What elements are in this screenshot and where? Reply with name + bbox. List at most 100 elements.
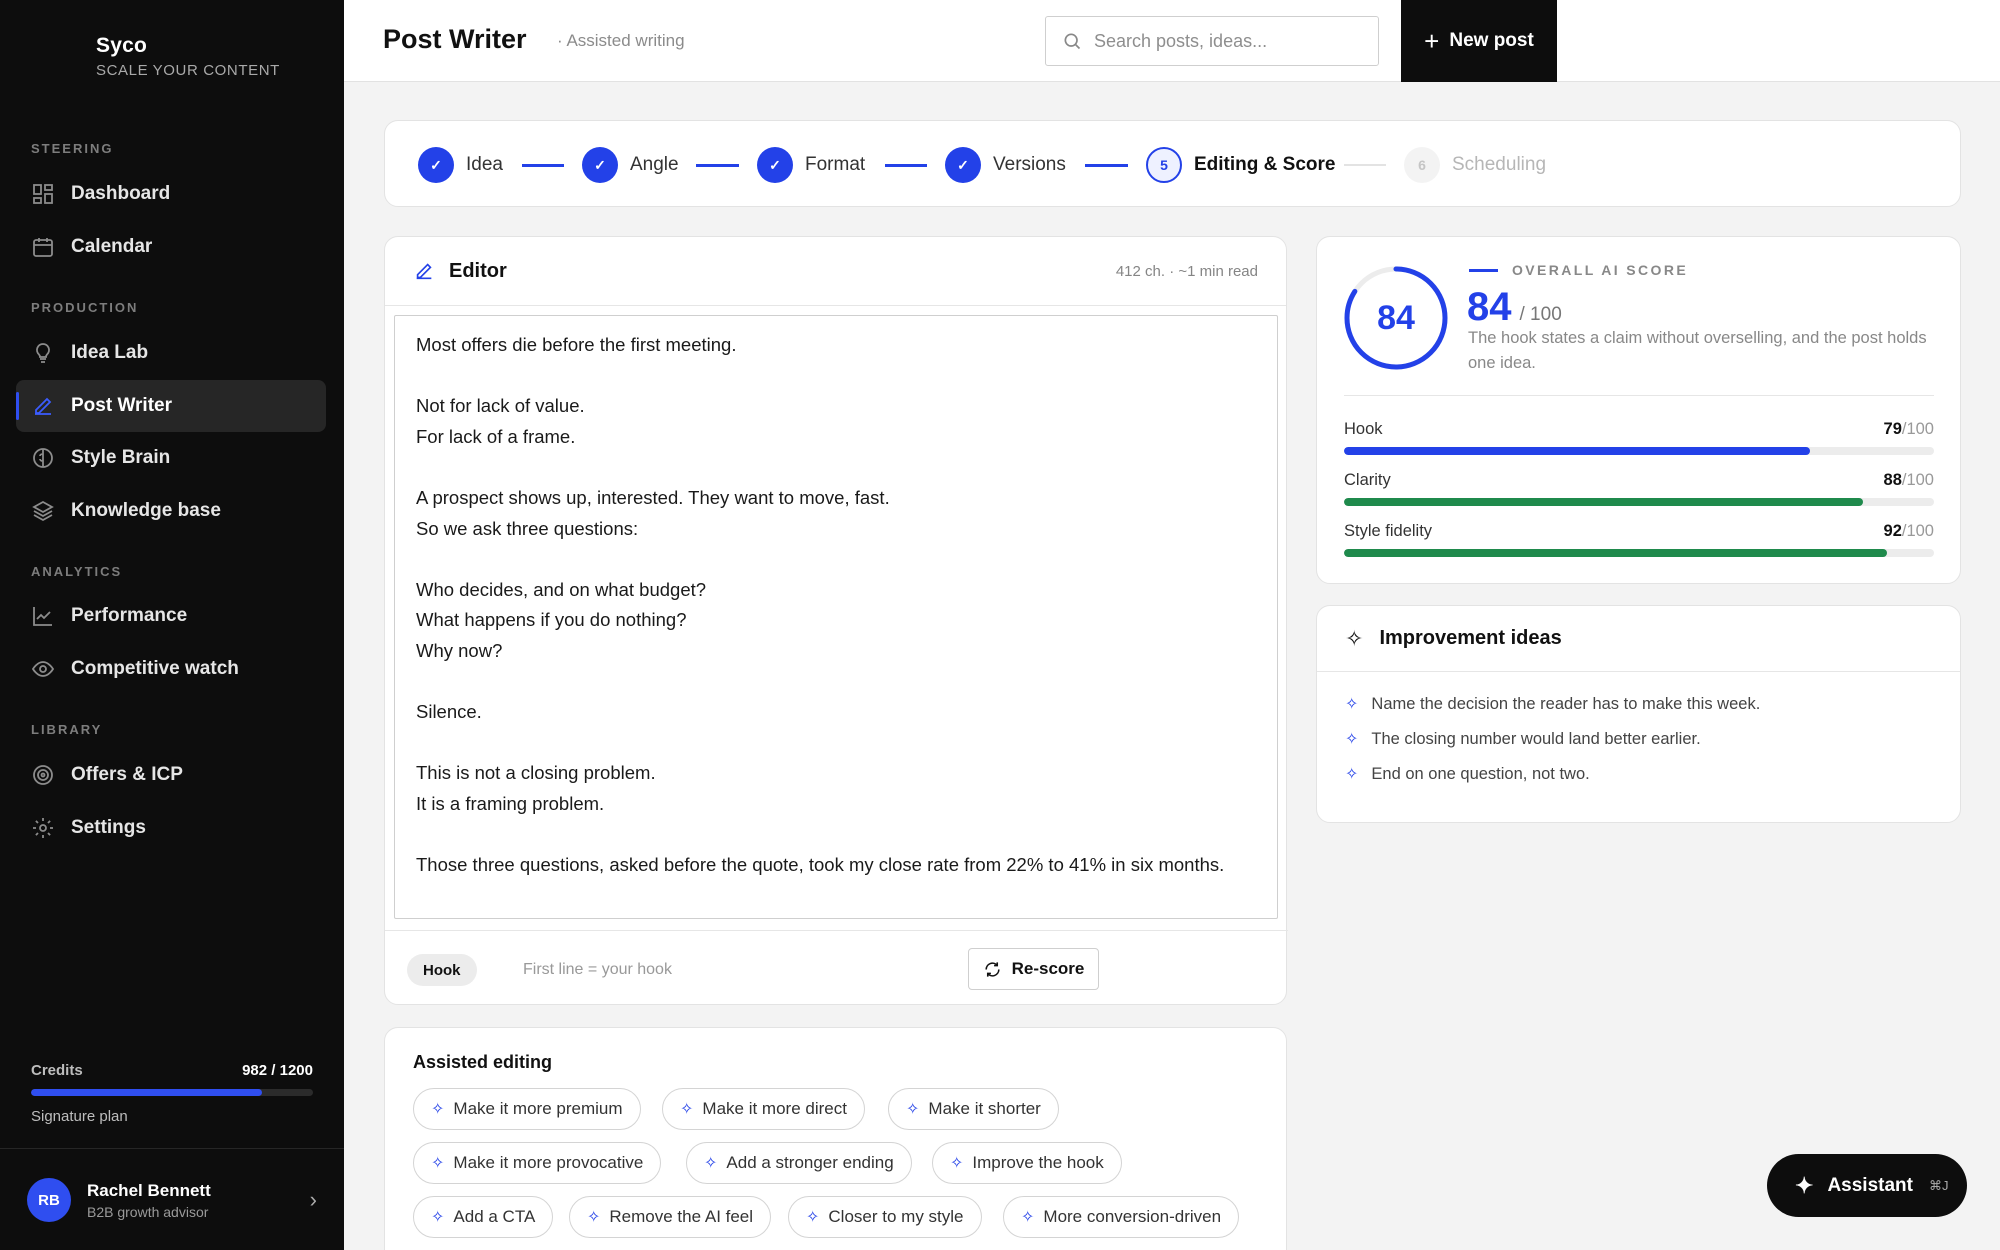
hook-hint: First line = your hook xyxy=(523,961,672,978)
step-idea[interactable]: ✓ Idea xyxy=(418,147,503,183)
improvement-title: Improvement ideas xyxy=(1379,627,1562,649)
credits-value: 982 / 1200 xyxy=(242,1062,313,1079)
search-box[interactable] xyxy=(1045,16,1379,66)
metric-fill xyxy=(1344,549,1887,557)
step-editing-score[interactable]: 5 Editing & Score xyxy=(1146,147,1335,183)
sidebar-item-style-brain[interactable]: Style Brain xyxy=(16,432,326,484)
improvement-idea: ✧ End on one question, not two. xyxy=(1345,764,1590,784)
metric-name: Style fidelity xyxy=(1344,522,1433,540)
search-icon xyxy=(1064,33,1081,50)
sidebar-item-label: Settings xyxy=(71,817,146,838)
layers-icon xyxy=(31,499,55,523)
metric-name: Clarity xyxy=(1344,471,1391,489)
calendar-icon xyxy=(31,235,55,259)
user-role: B2B growth advisor xyxy=(87,1203,209,1220)
sidebar-item-calendar[interactable]: Calendar xyxy=(16,221,326,273)
suggestion-chip[interactable]: ✧ Improve the hook xyxy=(932,1142,1122,1184)
step-versions[interactable]: ✓ Versions xyxy=(945,147,1066,183)
metric-style-fidelity: Style fidelity 92/100 xyxy=(1344,522,1934,557)
sidebar-item-label: Post Writer xyxy=(71,395,173,416)
sparkle-icon: ✦ xyxy=(1795,1172,1814,1198)
brand: Syco SCALE YOUR CONTENT xyxy=(96,34,280,79)
improvement-idea: ✧ The closing number would land better ea… xyxy=(1345,729,1701,749)
header: Post Writer · Assisted writing + New pos… xyxy=(344,0,2000,82)
metric-max: /100 xyxy=(1901,522,1934,540)
brand-tagline: SCALE YOUR CONTENT xyxy=(96,62,280,79)
step-angle[interactable]: ✓ Angle xyxy=(582,147,679,183)
sidebar-item-label: Idea Lab xyxy=(71,342,149,363)
metric-fill xyxy=(1344,498,1864,506)
check-icon: ✓ xyxy=(945,147,981,183)
shortcut-hint: ⌘J xyxy=(1928,1177,1949,1193)
overall-score: 84 / 100 xyxy=(1467,285,1562,330)
suggestion-label: More conversion-driven xyxy=(1043,1207,1222,1226)
suggestion-label: Closer to my style xyxy=(828,1207,964,1226)
sidebar-item-label: Dashboard xyxy=(71,183,171,204)
metric-name: Hook xyxy=(1344,420,1383,438)
lightbulb-icon xyxy=(31,341,55,365)
step-scheduling[interactable]: 6 Scheduling xyxy=(1404,147,1546,183)
search-input[interactable] xyxy=(1094,30,1364,52)
divider xyxy=(0,1148,344,1149)
sparkle-icon: ✧ xyxy=(1345,731,1359,748)
brand-name: Syco xyxy=(96,34,147,57)
suggestion-chip[interactable]: ✧ Closer to my style xyxy=(788,1196,982,1238)
suggestion-chip[interactable]: ✧ Remove the AI feel xyxy=(569,1196,772,1238)
suggestion-chip[interactable]: ✧ Make it shorter xyxy=(888,1088,1059,1130)
assistant-button[interactable]: ✦ Assistant ⌘J xyxy=(1767,1154,1967,1217)
sidebar-item-competitive-watch[interactable]: Competitive watch xyxy=(16,643,326,695)
suggestion-chip[interactable]: ✧ Make it more direct xyxy=(662,1088,865,1130)
assisted-editing-panel: Assisted editing ✧ Make it more premium ✧… xyxy=(384,1027,1287,1250)
idea-text: End on one question, not two. xyxy=(1371,764,1590,783)
suggestion-label: Add a stronger ending xyxy=(726,1153,894,1172)
user-profile[interactable]: RB Rachel Bennett B2B growth advisor › xyxy=(27,1177,317,1223)
sidebar-item-label: Style Brain xyxy=(71,447,171,468)
sparkle-icon: ✧ xyxy=(806,1209,820,1226)
target-icon xyxy=(31,763,55,787)
suggestion-chip[interactable]: ✧ More conversion-driven xyxy=(1003,1196,1240,1238)
gear-icon xyxy=(31,816,55,840)
sidebar-item-idea-lab[interactable]: Idea Lab xyxy=(16,327,326,379)
page-title: Post Writer xyxy=(383,24,527,54)
avatar: RB xyxy=(27,1178,71,1222)
step-format[interactable]: ✓ Format xyxy=(757,147,865,183)
suggestion-chip[interactable]: ✧ Add a CTA xyxy=(413,1196,554,1238)
step-label: Idea xyxy=(466,154,503,175)
sidebar-item-dashboard[interactable]: Dashboard xyxy=(16,168,326,220)
step-label: Format xyxy=(805,154,866,175)
post-text-editor[interactable]: Most offers die before the first meeting… xyxy=(394,315,1278,919)
rescore-button[interactable]: Re-score xyxy=(968,948,1099,990)
step-connector xyxy=(885,164,927,167)
section-library: LIBRARY xyxy=(31,722,103,737)
page-subtitle: · Assisted writing xyxy=(557,31,685,50)
sidebar-item-offers-icp[interactable]: Offers & ICP xyxy=(16,749,326,801)
credits-bar xyxy=(31,1089,313,1096)
new-post-button[interactable]: + New post xyxy=(1401,0,1557,82)
suggestion-label: Remove the AI feel xyxy=(609,1207,754,1226)
step-label: Angle xyxy=(630,154,679,175)
sidebar-item-post-writer[interactable]: Post Writer xyxy=(16,380,326,432)
metric-max: /100 xyxy=(1901,471,1934,489)
credits-fill xyxy=(31,1089,262,1096)
score-ring-value: 84 xyxy=(1377,298,1415,337)
suggestion-chip[interactable]: ✧ Add a stronger ending xyxy=(686,1142,912,1184)
section-analytics: ANALYTICS xyxy=(31,564,123,579)
sidebar-item-knowledge-base[interactable]: Knowledge base xyxy=(16,485,326,537)
stepper: ✓ Idea ✓ Angle ✓ Format ✓ Versions 5 Edi… xyxy=(384,120,1961,207)
sidebar-item-settings[interactable]: Settings xyxy=(16,802,326,854)
metric-value: 92 xyxy=(1883,522,1902,540)
suggestion-chip[interactable]: ✧ Make it more provocative xyxy=(413,1142,662,1184)
sidebar: Syco SCALE YOUR CONTENT STEERING Dashboa… xyxy=(0,0,344,1250)
check-icon: ✓ xyxy=(757,147,793,183)
brain-icon xyxy=(31,446,55,470)
suggestion-label: Make it more direct xyxy=(702,1099,847,1118)
new-post-label: New post xyxy=(1449,30,1534,51)
suggestion-label: Make it more premium xyxy=(453,1099,623,1118)
hook-chip[interactable]: Hook xyxy=(407,954,477,986)
step-label: Scheduling xyxy=(1452,154,1547,175)
sidebar-item-performance[interactable]: Performance xyxy=(16,590,326,642)
sidebar-item-label: Performance xyxy=(71,605,188,626)
assistant-label: Assistant xyxy=(1827,1174,1913,1196)
sparkle-icon: ✧ xyxy=(680,1101,694,1118)
suggestion-chip[interactable]: ✧ Make it more premium xyxy=(413,1088,641,1130)
